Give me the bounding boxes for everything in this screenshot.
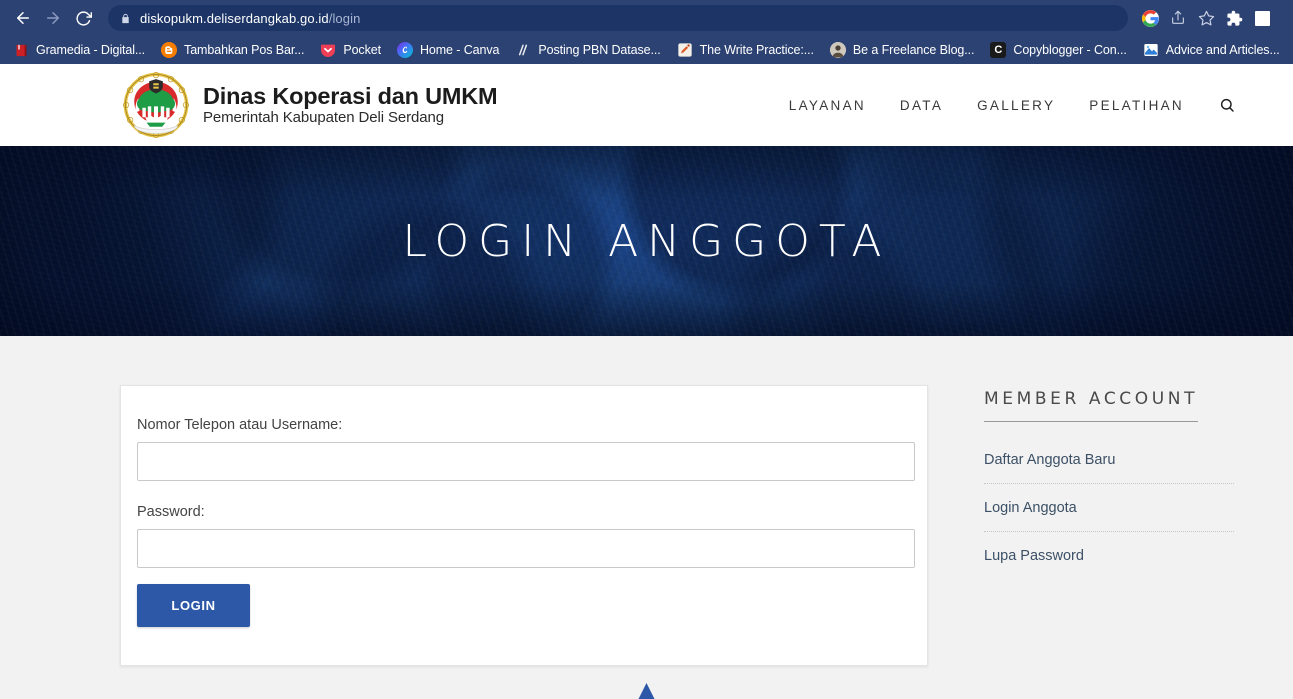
- main-body: Nomor Telepon atau Username: Password: L…: [0, 336, 1293, 666]
- pencil-icon: [677, 42, 693, 58]
- deli-serdang-coat-of-arms: [122, 71, 190, 139]
- reload-button[interactable]: [68, 3, 98, 33]
- canva-icon: [396, 42, 413, 58]
- bookmark-item[interactable]: Pocket: [313, 39, 388, 61]
- site-brand[interactable]: Dinas Koperasi dan UMKM Pemerintah Kabup…: [122, 71, 498, 139]
- toolbar-actions: [1136, 4, 1276, 32]
- url-text: diskopukm.deliserdangkab.go.id/login: [140, 11, 360, 26]
- nav-link-pelatihan[interactable]: PELATIHAN: [1072, 98, 1201, 113]
- sidebar-link-lupa-password[interactable]: Lupa Password: [984, 532, 1234, 579]
- article-icon: [1143, 42, 1159, 58]
- blogger-icon: [161, 42, 178, 58]
- back-button[interactable]: [8, 3, 38, 33]
- bookmark-label: Advice and Articles...: [1165, 43, 1280, 57]
- sidebar-heading: MEMBER ACCOUNT: [984, 389, 1199, 422]
- scroll-to-top-button[interactable]: [633, 683, 660, 699]
- bookmark-label: Tambahkan Pos Bar...: [184, 43, 305, 57]
- lock-icon: [120, 12, 131, 25]
- nav-link-gallery[interactable]: GALLERY: [960, 98, 1072, 113]
- main-navigation: LAYANAN DATA GALLERY PELATIHAN: [772, 97, 1243, 113]
- bookmark-label: Home - Canva: [419, 43, 500, 57]
- extensions-puzzle-icon[interactable]: [1220, 4, 1248, 32]
- site-header: Dinas Koperasi dan UMKM Pemerintah Kabup…: [0, 64, 1293, 146]
- sheets-icon: [515, 42, 531, 58]
- brand-text: Dinas Koperasi dan UMKM Pemerintah Kabup…: [203, 82, 498, 127]
- bookmark-label: The Write Practice:...: [699, 43, 814, 57]
- bookmark-item[interactable]: Be a Freelance Blog...: [823, 39, 981, 61]
- bookmark-label: Be a Freelance Blog...: [852, 43, 975, 57]
- username-input[interactable]: [137, 442, 915, 481]
- bookmark-label: Pocket: [343, 43, 381, 57]
- pocket-icon: [320, 42, 336, 58]
- share-icon[interactable]: [1164, 4, 1192, 32]
- bookmark-star-icon[interactable]: [1192, 4, 1220, 32]
- profile-avatar[interactable]: [1248, 4, 1276, 32]
- url-path: /login: [328, 10, 361, 26]
- username-field-group: Nomor Telepon atau Username:: [137, 417, 915, 481]
- hero-banner: LOGIN ANGGOTA: [0, 146, 1293, 336]
- bookmark-item[interactable]: Gramedia - Digital...: [6, 39, 152, 61]
- google-account-icon[interactable]: [1136, 4, 1164, 32]
- bookmark-item[interactable]: Posting PBN Datase...: [508, 39, 667, 61]
- browser-toolbar: diskopukm.deliserdangkab.go.id/login: [0, 0, 1293, 36]
- gramedia-book-icon: [13, 42, 29, 58]
- login-form-card: Nomor Telepon atau Username: Password: L…: [120, 385, 928, 666]
- bookmark-item[interactable]: Advice and Articles...: [1136, 39, 1287, 61]
- bookmarks-bar: Gramedia - Digital... Tambahkan Pos Bar.…: [0, 36, 1293, 64]
- page-content: Dinas Koperasi dan UMKM Pemerintah Kabup…: [0, 64, 1293, 699]
- forward-button[interactable]: [38, 3, 68, 33]
- password-input[interactable]: [137, 529, 915, 568]
- sidebar-links: Daftar Anggota Baru Login Anggota Lupa P…: [984, 436, 1234, 579]
- bookmark-label: Posting PBN Datase...: [538, 43, 661, 57]
- address-bar[interactable]: diskopukm.deliserdangkab.go.id/login: [108, 5, 1128, 31]
- browser-chrome: diskopukm.deliserdangkab.go.id/login Gra…: [0, 0, 1293, 64]
- url-host: diskopukm.deliserdangkab.go.id: [140, 10, 329, 26]
- avatar-icon: [829, 42, 846, 58]
- bookmark-label: Gramedia - Digital...: [36, 43, 146, 57]
- brand-subtitle: Pemerintah Kabupaten Deli Serdang: [203, 109, 445, 127]
- bookmark-item[interactable]: Tambahkan Pos Bar...: [154, 39, 311, 61]
- bookmark-item[interactable]: C Copyblogger - Con...: [983, 39, 1133, 61]
- nav-link-data[interactable]: DATA: [883, 98, 960, 113]
- bookmark-item[interactable]: Home - Canva: [390, 39, 506, 61]
- password-label: Password:: [137, 504, 205, 520]
- login-button[interactable]: LOGIN: [137, 584, 250, 627]
- sidebar-link-daftar-anggota-baru[interactable]: Daftar Anggota Baru: [984, 436, 1234, 484]
- username-label: Nomor Telepon atau Username:: [137, 417, 343, 433]
- password-field-group: Password:: [137, 504, 915, 568]
- bookmark-item[interactable]: The Write Practice:...: [670, 39, 821, 61]
- page-title: LOGIN ANGGOTA: [402, 215, 891, 267]
- nav-link-layanan[interactable]: LAYANAN: [772, 98, 883, 113]
- copyblogger-c-icon: C: [990, 42, 1007, 58]
- brand-title: Dinas Koperasi dan UMKM: [203, 82, 498, 109]
- bookmark-label: Copyblogger - Con...: [1013, 43, 1127, 57]
- sidebar-link-login-anggota[interactable]: Login Anggota: [984, 484, 1234, 532]
- sidebar: MEMBER ACCOUNT Daftar Anggota Baru Login…: [984, 385, 1234, 666]
- search-icon[interactable]: [1201, 97, 1243, 113]
